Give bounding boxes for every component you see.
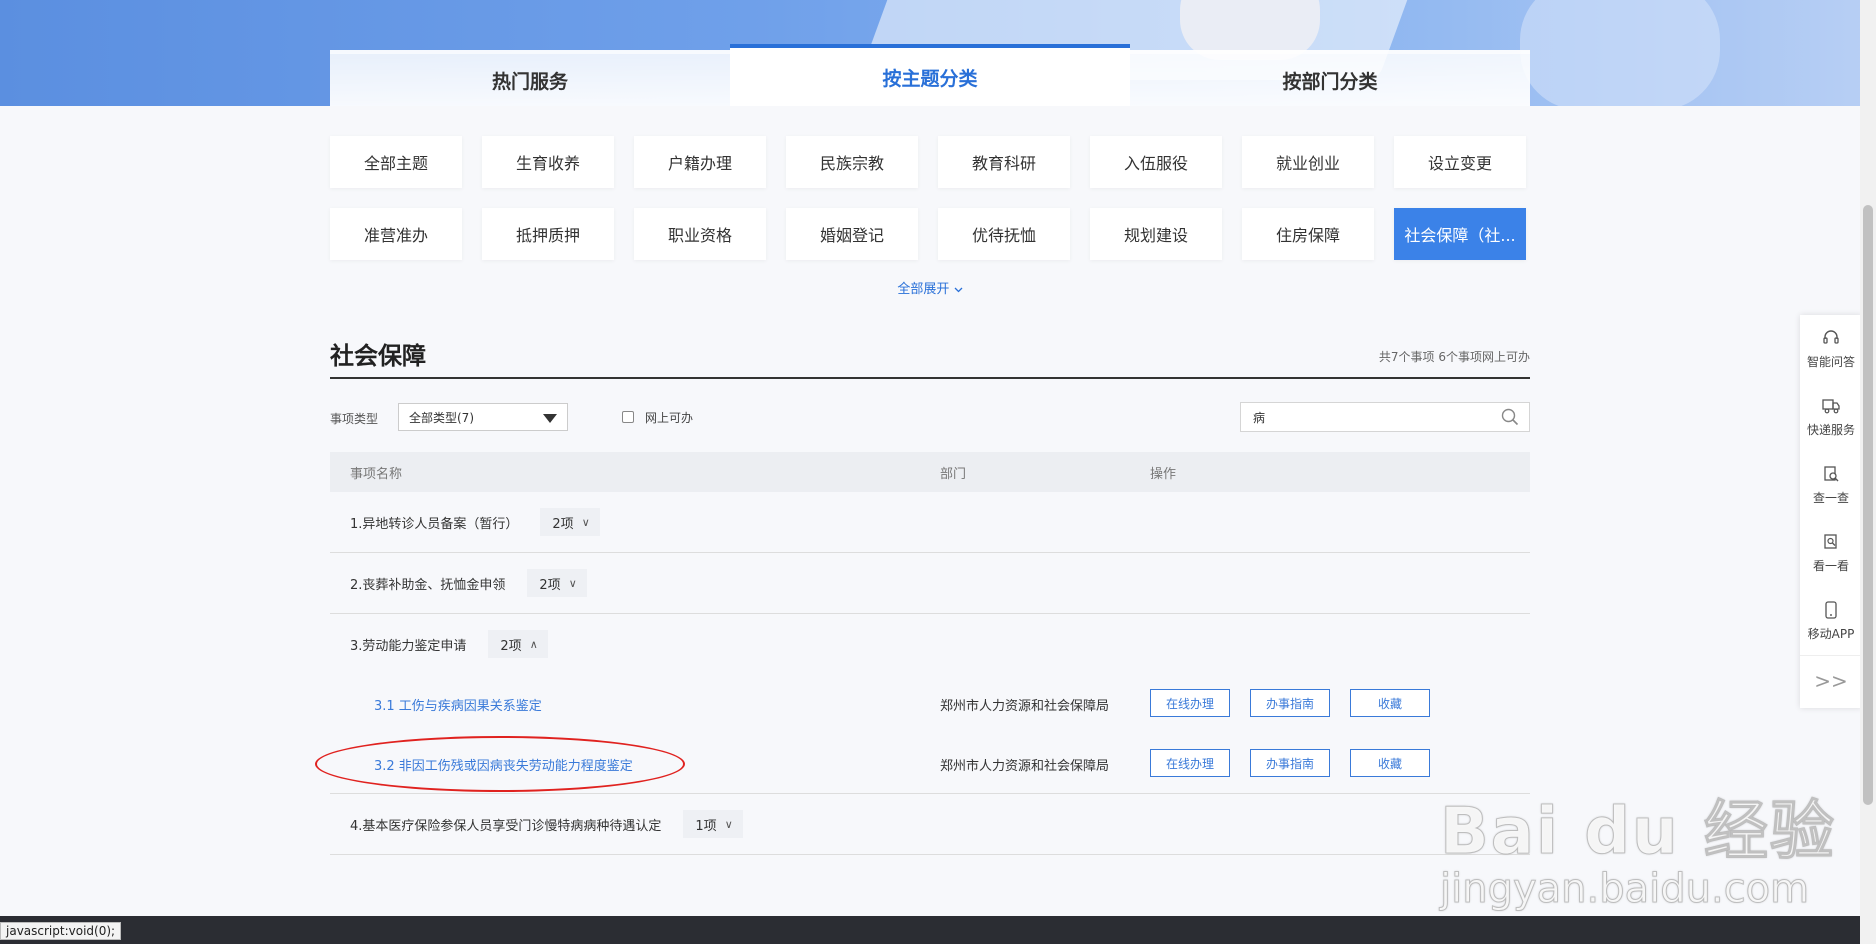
table-row: 2.丧葬补助金、抚恤金申领 2项 ∨ [350,569,587,597]
search-icon[interactable] [1501,408,1519,426]
search-doc-icon [1824,465,1839,481]
theme-chip[interactable]: 就业创业 [1242,136,1374,188]
item-count-toggle[interactable]: 2项 ∨ [527,569,587,597]
theme-chip-active[interactable]: 社会保障（社... [1394,208,1526,260]
header-name: 事项名称 [350,467,403,482]
guide-button[interactable]: 办事指南 [1250,749,1330,777]
item-count: 2项 [539,577,561,593]
online-checkbox-label: 网上可办 [645,411,694,425]
watermark-line2: jingyan.baidu.com [1440,866,1810,913]
type-select[interactable]: 全部类型(7) [398,403,568,431]
category-tabs: 热门服务 按主题分类 按部门分类 [330,44,1530,106]
header-ops: 操作 [1150,467,1177,482]
item-count: 2项 [552,516,574,532]
row-divider [330,854,1530,855]
float-more-button[interactable]: >> [1800,655,1862,706]
float-item-label: 移动APP [1807,626,1855,641]
item-count-toggle[interactable]: 1项 ∨ [683,810,743,838]
item-title: 2.丧葬补助金、抚恤金申领 [350,577,506,593]
theme-chip[interactable]: 生育收养 [482,136,614,188]
item-count: 1项 [695,818,717,834]
float-item-label: 看一看 [1812,558,1849,573]
tab-hot-services[interactable]: 热门服务 [330,50,730,106]
browser-status-text: javascript:void(0); [0,922,122,940]
item-title: 4.基本医疗保险参保人员享受门诊慢特病病种待遇认定 [350,818,662,834]
theme-chip[interactable]: 全部主题 [330,136,462,188]
tab-by-department[interactable]: 按部门分类 [1130,50,1530,106]
phone-icon [1825,600,1837,619]
row-divider [330,552,1530,553]
theme-chip[interactable]: 户籍办理 [634,136,766,188]
theme-grid: 全部主题 生育收养 户籍办理 民族宗教 教育科研 入伍服役 就业创业 设立变更 … [330,136,1526,260]
expand-all-link[interactable]: 全部展开 [880,278,980,297]
type-filter-label: 事项类型 [330,412,379,426]
view-doc-icon [1824,533,1837,549]
item-title: 3.劳动能力鉴定申请 [350,638,467,654]
search-box [1240,402,1530,432]
type-select-value: 全部类型(7) [409,410,474,425]
float-item-label: 快递服务 [1806,422,1855,437]
item-count-toggle[interactable]: 2项 ∨ [540,508,600,536]
item-count: 2项 [500,638,522,654]
online-handle-button[interactable]: 在线办理 [1150,689,1230,717]
favorite-button[interactable]: 收藏 [1350,689,1430,717]
float-item-mobile-app[interactable]: 移动APP [1800,587,1862,655]
search-input[interactable] [1251,403,1495,431]
table-row: 3.劳动能力鉴定申请 2项 ∧ [350,630,548,658]
chevron-down-icon: ∨ [581,515,590,529]
theme-chip[interactable]: 优待抚恤 [938,208,1070,260]
subitem-link[interactable]: 3.1 工伤与疾病因果关系鉴定 [374,695,542,714]
theme-chip[interactable]: 规划建设 [1090,208,1222,260]
item-count-toggle[interactable]: 2项 ∧ [488,630,548,658]
theme-chip[interactable]: 住房保障 [1242,208,1374,260]
baidu-watermark: Bai du 经验 jingyan.baidu.com [1440,780,1836,913]
floating-toolbar: 智能问答 快递服务 查一查 看一看 移动APP >> [1800,315,1862,708]
float-item-label: 查一查 [1812,490,1849,505]
float-item-check[interactable]: 查一查 [1800,451,1862,519]
section-title: 社会保障 [330,342,426,370]
scrollbar-thumb[interactable] [1863,205,1873,805]
chevron-down-icon: ∨ [724,817,733,831]
chevron-up-icon: ∧ [529,637,538,651]
theme-chip[interactable]: 民族宗教 [786,136,918,188]
online-checkbox[interactable] [622,411,634,423]
banner-decoration [1520,0,1720,106]
caret-down-icon [543,414,557,423]
online-handle-button[interactable]: 在线办理 [1150,749,1230,777]
section-summary: 共7个事项 6个事项网上可办 [1378,350,1530,364]
table-row: 1.异地转诊人员备案（暂行） 2项 ∨ [350,508,600,536]
theme-chip[interactable]: 准营准办 [330,208,462,260]
float-item-smart-qa[interactable]: 智能问答 [1800,315,1862,383]
headset-icon [1823,329,1839,344]
tab-by-theme[interactable]: 按主题分类 [730,44,1130,106]
chevron-down-icon: ∨ [568,576,577,590]
favorite-button[interactable]: 收藏 [1350,749,1430,777]
float-item-express[interactable]: 快递服务 [1800,383,1862,451]
theme-chip[interactable]: 入伍服役 [1090,136,1222,188]
theme-chip[interactable]: 抵押质押 [482,208,614,260]
expand-all-label: 全部展开 [897,282,950,297]
theme-chip[interactable]: 职业资格 [634,208,766,260]
guide-button[interactable]: 办事指南 [1250,689,1330,717]
subitem-department: 郑州市人力资源和社会保障局 [940,699,1110,714]
row-divider [330,793,1530,794]
item-title: 1.异地转诊人员备案（暂行） [350,516,519,532]
footer-bar [0,916,1860,944]
theme-chip[interactable]: 教育科研 [938,136,1070,188]
row-divider [330,613,1530,614]
float-item-view[interactable]: 看一看 [1800,519,1862,587]
theme-chip[interactable]: 设立变更 [1394,136,1526,188]
table-header: 事项名称 部门 操作 [330,452,1530,492]
subitem-department: 郑州市人力资源和社会保障局 [940,759,1110,774]
table-row: 4.基本医疗保险参保人员享受门诊慢特病病种待遇认定 1项 ∨ [350,810,743,838]
header-dept: 部门 [940,467,967,482]
float-item-label: 智能问答 [1806,354,1855,369]
theme-chip[interactable]: 婚姻登记 [786,208,918,260]
subitem-link[interactable]: 3.2 非因工伤残或因病丧失劳动能力程度鉴定 [374,755,633,774]
section-divider [330,377,1530,379]
chevron-down-icon [954,287,963,293]
truck-icon [1822,398,1840,413]
